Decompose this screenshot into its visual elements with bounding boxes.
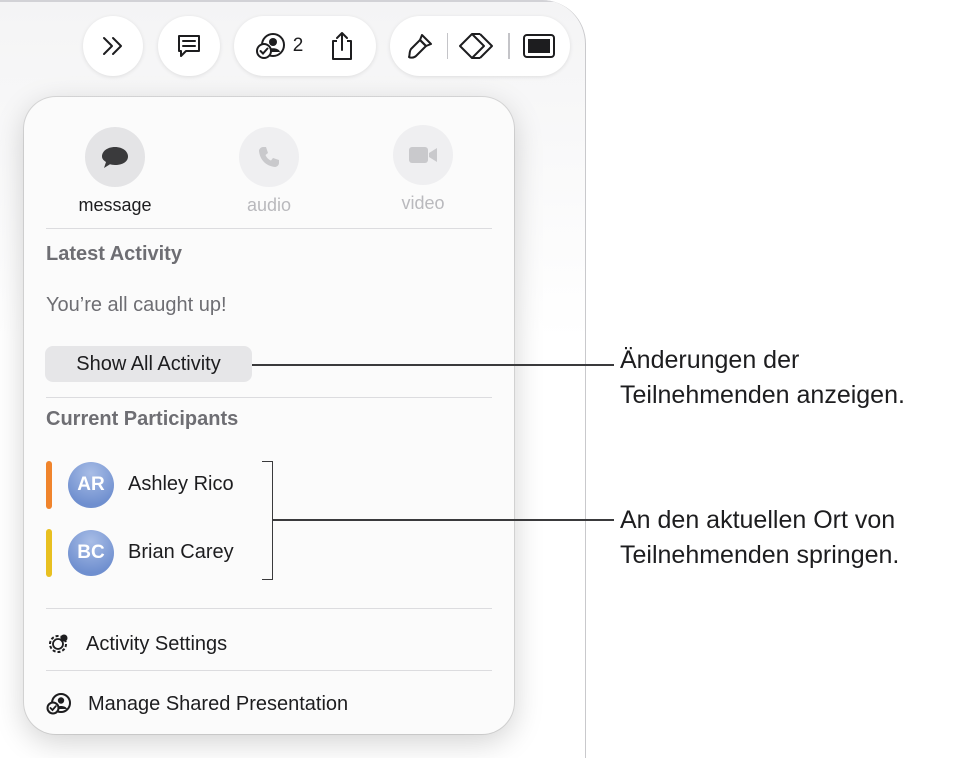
activity-settings-label: Activity Settings <box>86 632 228 655</box>
callout-text-line: Teilnehmenden anzeigen. <box>620 381 905 409</box>
divider <box>46 608 492 609</box>
document-pane-icon <box>522 34 555 58</box>
toolbar-divider <box>508 33 510 59</box>
collaboration-icon <box>46 693 71 715</box>
double-chevron-icon <box>103 37 122 55</box>
participants-bracket <box>262 461 273 580</box>
gear-icon <box>49 634 68 653</box>
callout-text-line: Änderungen der <box>620 346 800 374</box>
more-tools-button[interactable] <box>83 16 143 76</box>
format-button[interactable] <box>405 31 435 61</box>
collaboration-button[interactable]: 2 <box>255 31 304 61</box>
message-button[interactable]: message <box>55 127 175 216</box>
comment-icon <box>178 35 200 57</box>
audio-label: audio <box>246 195 292 215</box>
participant-color-bar <box>46 461 52 509</box>
manage-shared-presentation-label: Manage Shared Presentation <box>88 692 349 715</box>
participant-color-bar <box>46 529 52 577</box>
diamond-icon <box>459 33 493 59</box>
animate-button[interactable] <box>458 30 498 62</box>
manage-shared-presentation-item[interactable]: Manage Shared Presentation <box>46 684 486 724</box>
message-label: message <box>78 195 152 215</box>
callout-text-line: Teilnehmenden springen. <box>620 541 900 569</box>
show-all-activity-button[interactable]: Show All Activity <box>45 346 252 382</box>
activity-status-text: You’re all caught up! <box>46 294 227 316</box>
callout-text-line: An den aktuellen Ort von <box>620 506 896 534</box>
paintbrush-icon <box>407 34 432 59</box>
right-toolbar-group <box>390 16 570 76</box>
collaboration-share-group: 2 <box>234 16 376 76</box>
latest-activity-heading: Latest Activity <box>46 243 182 265</box>
share-icon <box>332 32 353 60</box>
collaboration-icon <box>255 33 285 59</box>
comment-button[interactable] <box>158 16 220 76</box>
divider <box>46 228 492 229</box>
callout-leader-line <box>252 364 614 366</box>
activity-settings-item[interactable]: Activity Settings <box>46 624 486 664</box>
video-button[interactable]: video <box>363 125 483 214</box>
video-label: video <box>401 193 445 213</box>
message-bubble-icon <box>102 147 128 168</box>
collaboration-popover: message audio video Latest Activity You’… <box>24 97 514 734</box>
divider <box>46 670 492 671</box>
audio-button[interactable]: audio <box>209 127 329 216</box>
divider <box>46 397 492 398</box>
document-button[interactable] <box>522 32 556 60</box>
participant-name: Brian Carey <box>128 541 234 563</box>
video-camera-icon <box>409 147 437 163</box>
participant-name: Ashley Rico <box>128 473 234 495</box>
callout-show-all-activity: Änderungen der Teilnehmenden anzeigen. <box>620 343 905 413</box>
collaborator-count: 2 <box>292 35 304 56</box>
share-button[interactable] <box>329 30 355 62</box>
avatar: BC <box>68 530 114 576</box>
callout-jump-to-participants: An den aktuellen Ort von Teilnehmenden s… <box>620 503 899 573</box>
toolbar-divider <box>446 33 448 59</box>
callout-leader-line <box>273 519 614 521</box>
avatar: AR <box>68 462 114 508</box>
current-participants-heading: Current Participants <box>46 408 239 430</box>
phone-icon <box>259 147 279 167</box>
